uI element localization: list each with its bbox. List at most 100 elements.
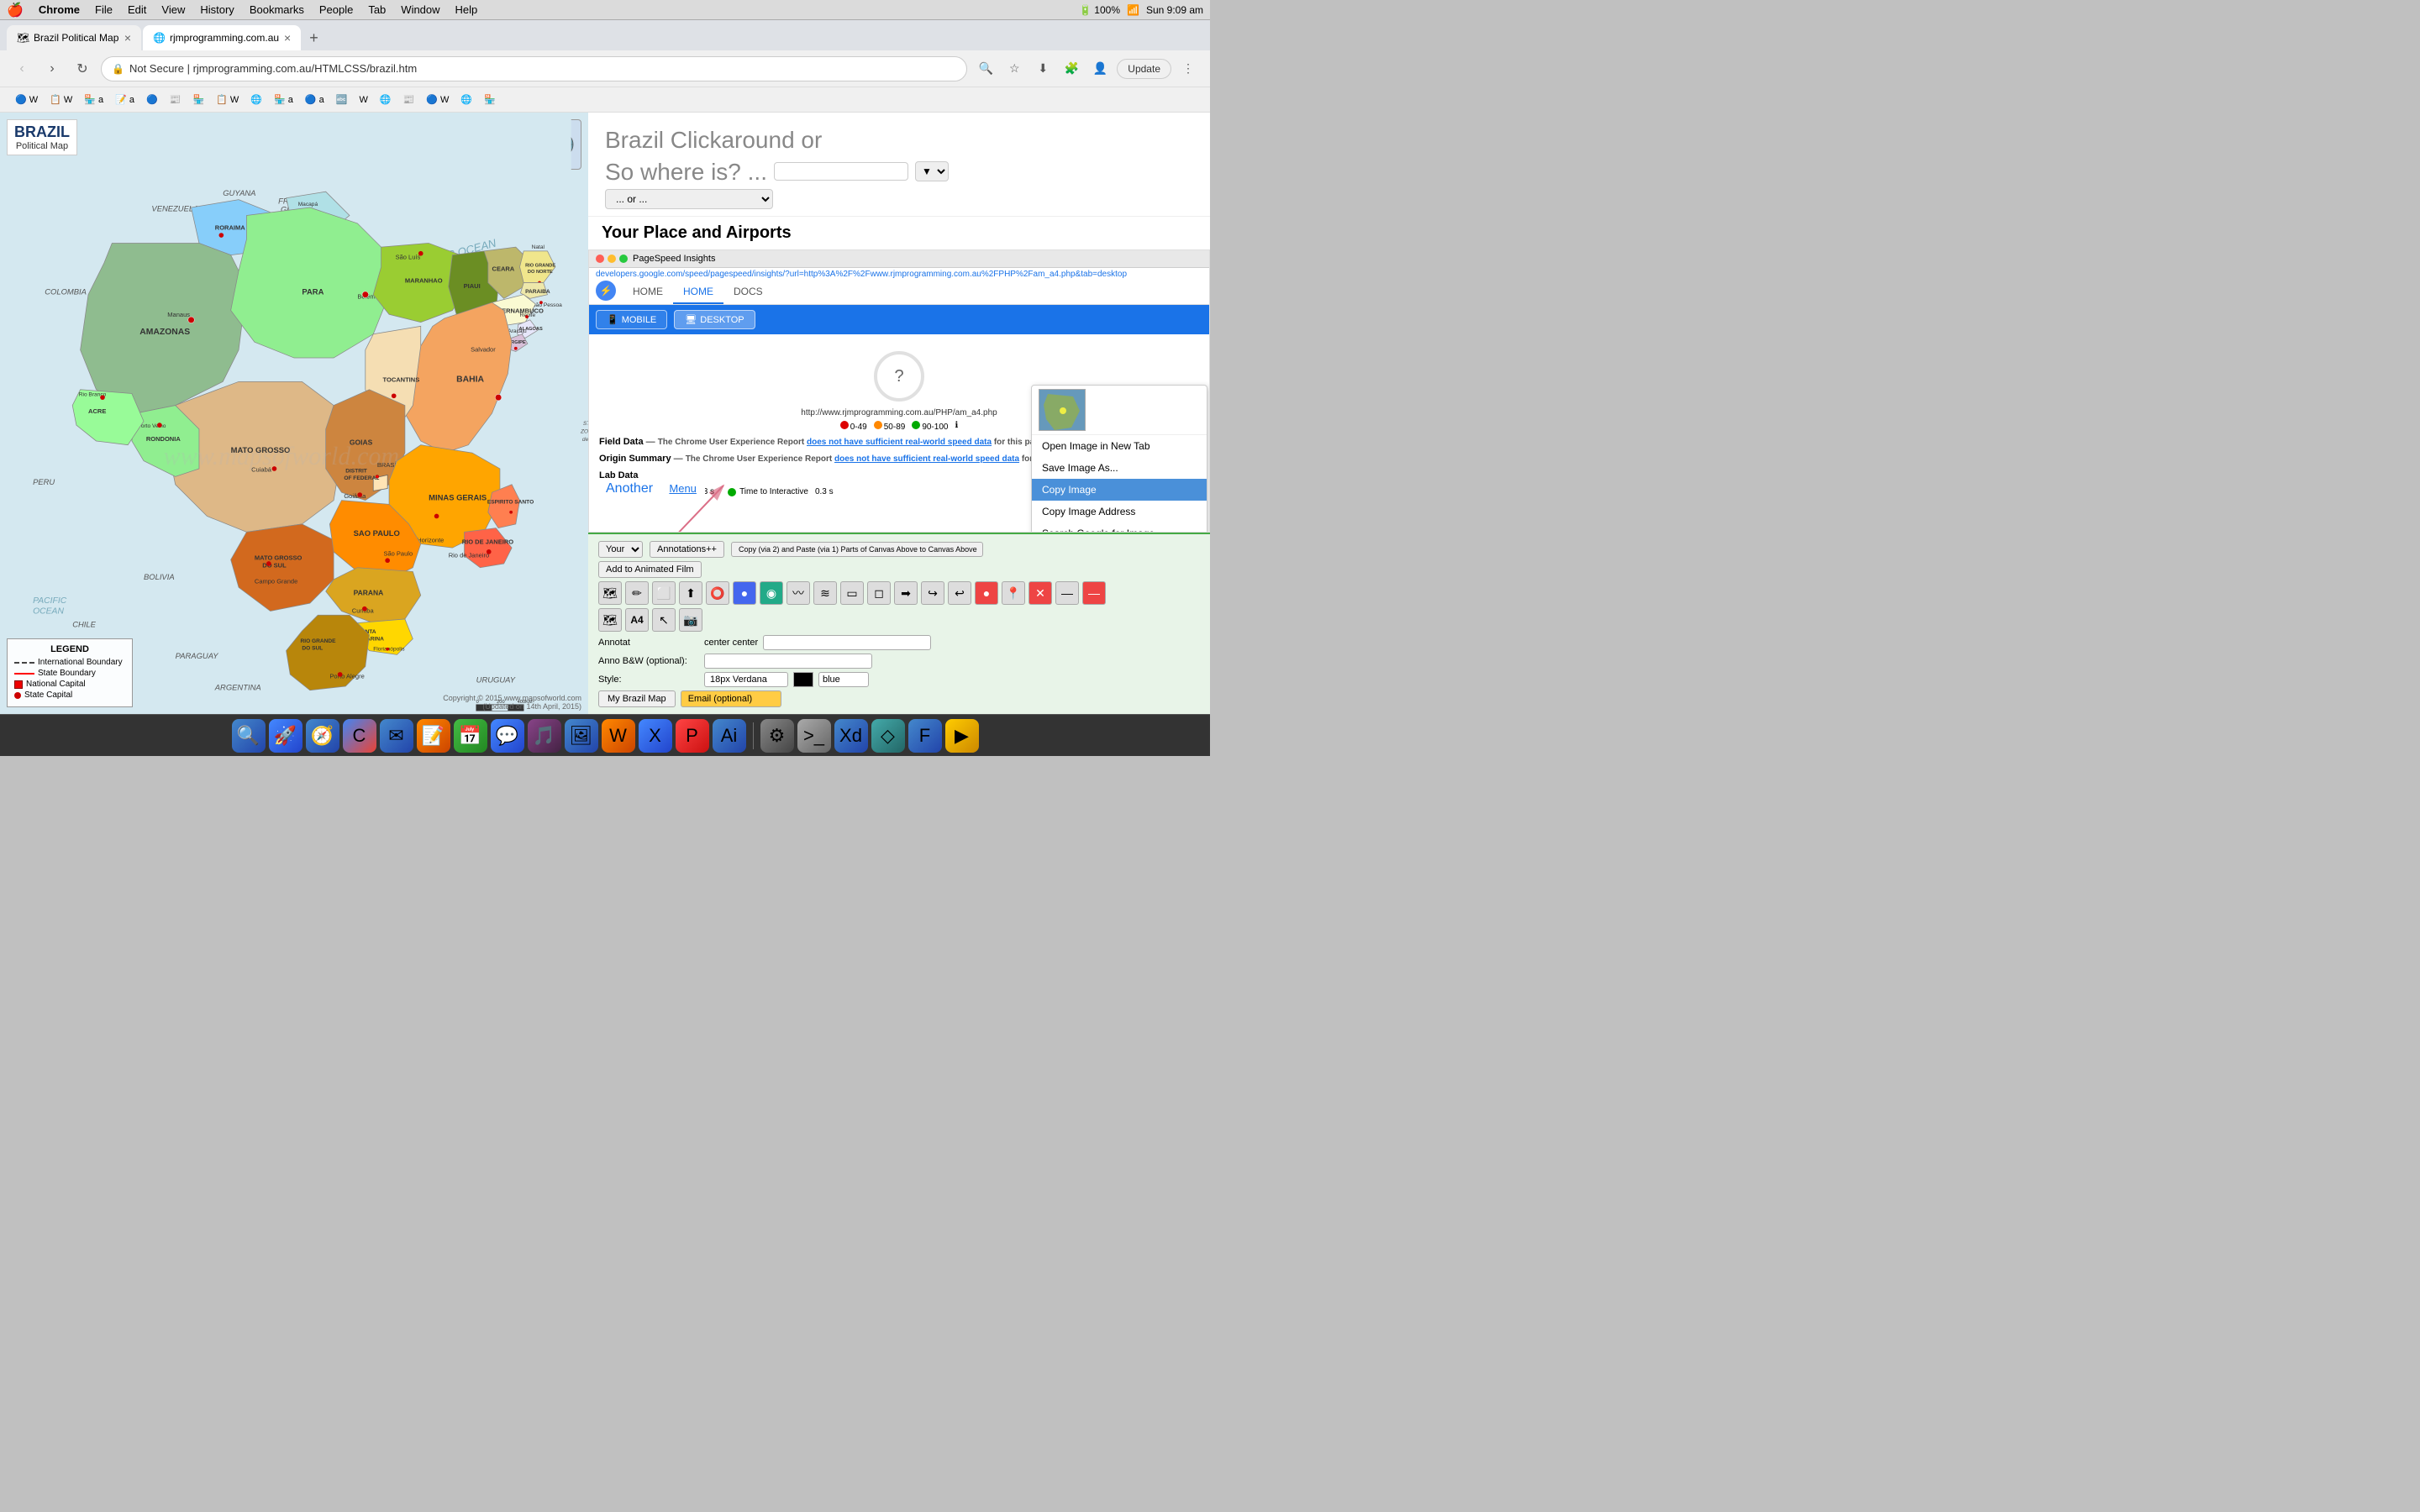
ps-maximize-dot[interactable] <box>619 255 628 263</box>
tool-red-circle[interactable]: ● <box>975 581 998 605</box>
tool-a4[interactable]: A4 <box>625 608 649 632</box>
dock-sketch[interactable]: ◇ <box>871 719 905 753</box>
bookmark-13[interactable]: W <box>354 92 372 108</box>
dock-figma[interactable]: F <box>908 719 942 753</box>
ps-tab-docs[interactable]: HOME <box>673 281 723 304</box>
anno-color-input[interactable]: blue <box>818 672 869 687</box>
bookmark-9[interactable]: 🌐 <box>245 92 267 108</box>
forward-button[interactable]: › <box>40 57 64 81</box>
menu-help[interactable]: Help <box>449 2 485 18</box>
tool-pin[interactable]: 📍 <box>1002 581 1025 605</box>
tool-cursor[interactable]: ↖ <box>652 608 676 632</box>
or-dropdown[interactable]: ... or ... <box>605 189 773 209</box>
anno-map-btn[interactable]: My Brazil Map <box>598 690 676 707</box>
ctx-save-image[interactable]: Save Image As... <box>1032 457 1207 479</box>
bookmark-star-button[interactable]: ☆ <box>1002 57 1026 81</box>
anno-email-field[interactable]: Email (optional) <box>681 690 781 707</box>
dock-chrome[interactable]: C <box>343 719 376 753</box>
add-to-film-btn[interactable]: Add to Animated Film <box>598 561 702 578</box>
dock-launchpad[interactable]: 🚀 <box>269 719 302 753</box>
dock-terminal[interactable]: >_ <box>797 719 831 753</box>
bookmark-18[interactable]: 🏪 <box>479 92 501 108</box>
dock-anim[interactable]: ▶ <box>945 719 979 753</box>
tool-minus[interactable]: — <box>1055 581 1079 605</box>
tool-red-x[interactable]: ✕ <box>1028 581 1052 605</box>
tool-map[interactable]: 🗺 <box>598 581 622 605</box>
dock-illustrator[interactable]: Ai <box>713 719 746 753</box>
tool-stripe[interactable]: 〰 <box>786 581 810 605</box>
brazil-map-area[interactable]: BRAZIL Political Map <box>0 113 588 714</box>
ps-mobile-btn[interactable]: 📱 MOBILE <box>596 310 667 329</box>
ps-tab-home[interactable]: HOME <box>623 281 673 304</box>
tool-globe2[interactable]: 🗺 <box>598 608 622 632</box>
menu-bookmarks[interactable]: Bookmarks <box>243 2 311 18</box>
tool-curve[interactable]: ↪ <box>921 581 944 605</box>
extensions-button[interactable]: 🧩 <box>1060 57 1083 81</box>
bookmark-5[interactable]: 🔵 <box>141 92 163 108</box>
bookmark-6[interactable]: 📰 <box>165 92 187 108</box>
dock-finder[interactable]: 🔍 <box>232 719 266 753</box>
search-button[interactable]: 🔍 <box>974 57 997 81</box>
bookmark-2[interactable]: 📋 W <box>45 92 77 108</box>
bookmark-11[interactable]: 🔵 a <box>300 92 329 108</box>
ps-field-link[interactable]: does not have sufficient real-world spee… <box>807 438 992 447</box>
ctx-search-google[interactable]: Search Google for Image <box>1032 522 1207 532</box>
ps-desktop-btn[interactable]: 🖥 DESKTOP <box>674 310 755 329</box>
dock-word[interactable]: W <box>602 719 635 753</box>
apple-menu[interactable]: 🍎 <box>7 2 24 18</box>
tool-small-sq[interactable]: ◻ <box>867 581 891 605</box>
bookmark-10[interactable]: 🏪 a <box>269 92 298 108</box>
menu-window[interactable]: Window <box>394 2 446 18</box>
menu-edit[interactable]: Edit <box>121 2 153 18</box>
bookmark-16[interactable]: 🔵 W <box>421 92 454 108</box>
ctx-copy-address[interactable]: Copy Image Address <box>1032 501 1207 522</box>
ps-tab-docs2[interactable]: DOCS <box>723 281 773 304</box>
tool-arrow[interactable]: ⬆ <box>679 581 702 605</box>
clickaround-input[interactable] <box>774 162 908 181</box>
dock-safari[interactable]: 🧭 <box>306 719 339 753</box>
ctx-copy-image[interactable]: Copy Image <box>1032 479 1207 501</box>
update-button[interactable]: Update <box>1117 59 1171 79</box>
annotations-btn[interactable]: Annotations++ <box>650 541 724 558</box>
tool-teal[interactable]: ◉ <box>760 581 783 605</box>
bookmark-3[interactable]: 🏪 a <box>79 92 108 108</box>
tool-ccw[interactable]: ↩ <box>948 581 971 605</box>
download-button[interactable]: ⬇ <box>1031 57 1055 81</box>
menu-view[interactable]: View <box>155 2 192 18</box>
tab-1[interactable]: 🗺 Brazil Political Map × <box>7 25 141 50</box>
dock-notes[interactable]: 📝 <box>417 719 450 753</box>
new-tab-button[interactable]: + <box>306 26 322 50</box>
tab-close-2[interactable]: × <box>284 31 291 45</box>
dock-messages[interactable]: 💬 <box>491 719 524 753</box>
bookmark-12[interactable]: 🔤 <box>331 92 353 108</box>
bookmark-7[interactable]: 🏪 <box>187 92 209 108</box>
menu-file[interactable]: File <box>88 2 119 18</box>
tab-2[interactable]: 🌐 rjmprogramming.com.au × <box>143 25 301 50</box>
back-button[interactable]: ‹ <box>10 57 34 81</box>
dock-music[interactable]: 🎵 <box>528 719 561 753</box>
menu-people[interactable]: People <box>313 2 360 18</box>
another-link[interactable]: Another <box>599 478 660 499</box>
bookmark-8[interactable]: 📋 W <box>211 92 244 108</box>
tab-close-1[interactable]: × <box>124 31 131 45</box>
dock-excel[interactable]: X <box>639 719 672 753</box>
tool-red-minus[interactable]: — <box>1082 581 1106 605</box>
reload-button[interactable]: ↻ <box>71 57 94 81</box>
ps-inner-url[interactable]: developers.google.com/speed/pagespeed/in… <box>589 268 1209 281</box>
clickaround-dropdown[interactable]: ▼ <box>915 161 949 181</box>
dock-photos[interactable]: 🖼 <box>565 719 598 753</box>
tool-rect2[interactable]: ▭ <box>840 581 864 605</box>
anno-copy-btn[interactable]: Copy (via 2) and Paste (via 1) Parts of … <box>731 542 983 557</box>
more-options-button[interactable]: ⋮ <box>1176 57 1200 81</box>
ps-close-dot[interactable] <box>596 255 604 263</box>
menu-history[interactable]: History <box>193 2 240 18</box>
bookmark-14[interactable]: 🌐 <box>375 92 397 108</box>
dock-mail[interactable]: ✉ <box>380 719 413 753</box>
ctx-open-new-tab[interactable]: Open Image in New Tab <box>1032 435 1207 457</box>
dock-ppt[interactable]: P <box>676 719 709 753</box>
tool-square[interactable]: ⬜ <box>652 581 676 605</box>
bookmark-1[interactable]: 🔵 W <box>10 92 43 108</box>
profile-button[interactable]: 👤 <box>1088 57 1112 81</box>
dock-settings[interactable]: ⚙ <box>760 719 794 753</box>
tool-arrow-r[interactable]: ➡ <box>894 581 918 605</box>
